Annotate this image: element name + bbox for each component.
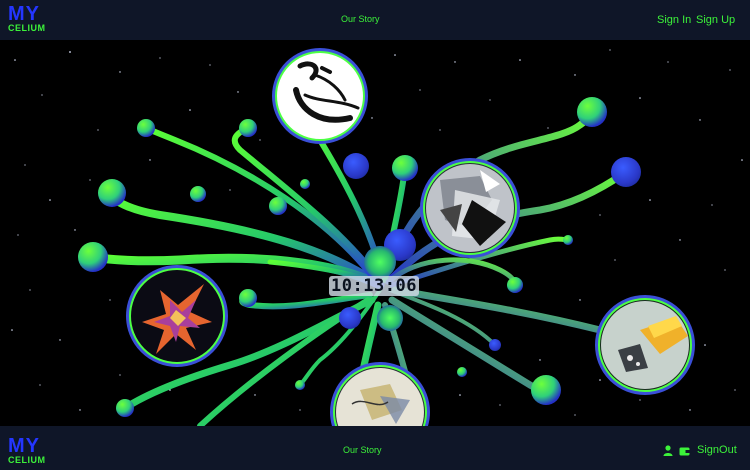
sign-out-link[interactable]: SignOut bbox=[697, 444, 737, 456]
user-icon[interactable] bbox=[663, 444, 673, 456]
mycelium-canvas[interactable]: 10:13:06 bbox=[0, 40, 750, 426]
node-ink-sketch[interactable] bbox=[272, 48, 368, 144]
monochrome-collage-artwork-icon bbox=[426, 164, 514, 252]
node-yellow-block[interactable] bbox=[595, 295, 695, 395]
logo-link[interactable]: MY CELIUM bbox=[8, 3, 48, 35]
logo-celium-text: CELIUM bbox=[8, 23, 46, 33]
node-crystal-shard[interactable] bbox=[126, 265, 228, 367]
wallet-icon[interactable] bbox=[679, 444, 690, 456]
footer-our-story-link[interactable]: Our Story bbox=[343, 445, 382, 455]
sign-up-link[interactable]: Sign Up bbox=[696, 14, 735, 26]
node-gray-collage[interactable] bbox=[420, 158, 520, 258]
mycelium-network-graphic bbox=[11, 48, 743, 426]
footer-logo-link[interactable]: MY CELIUM bbox=[8, 435, 48, 467]
footer-logo-my-text: MY bbox=[8, 435, 40, 457]
sign-in-link[interactable]: Sign In bbox=[657, 14, 691, 26]
top-navbar: MY CELIUM Our Story Sign In Sign Up bbox=[0, 0, 750, 40]
yellow-block-artwork-icon bbox=[601, 301, 689, 389]
node-sketch-bottom[interactable] bbox=[330, 362, 430, 426]
clock-display: 10:13:06 bbox=[329, 276, 419, 296]
our-story-link[interactable]: Our Story bbox=[341, 14, 380, 24]
logo-my-text: MY bbox=[8, 3, 40, 25]
footer-logo-celium-text: CELIUM bbox=[8, 455, 46, 465]
